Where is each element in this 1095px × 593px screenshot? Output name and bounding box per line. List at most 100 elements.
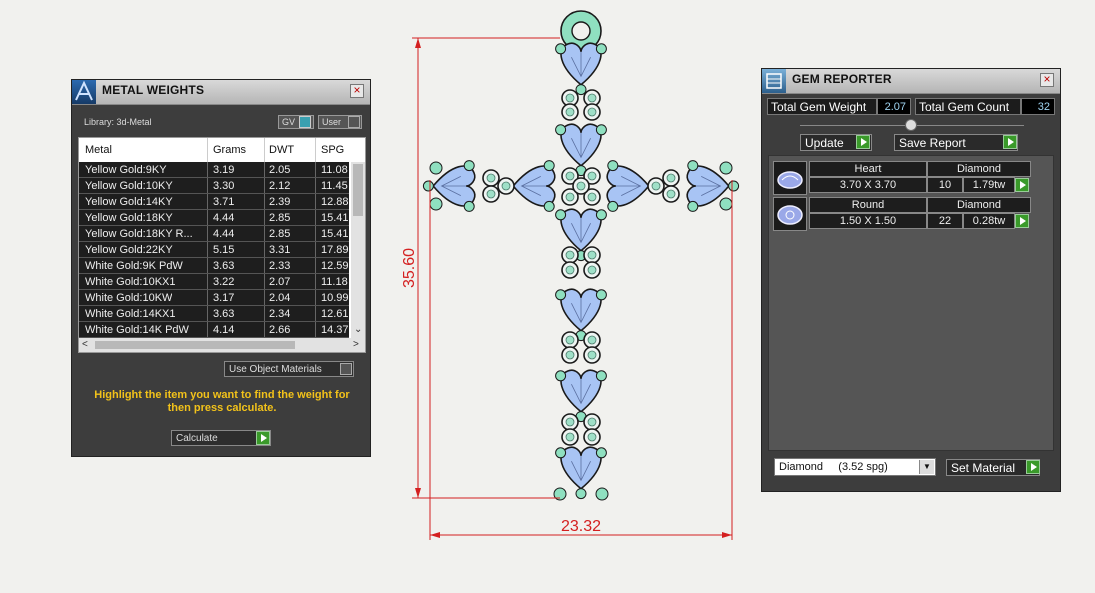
round-gem-table [565, 107, 575, 117]
dwt-value: 2.33 [269, 260, 291, 272]
round-gem-table [587, 417, 597, 427]
round-gem-table [565, 350, 575, 360]
gem-material: Diamond [927, 197, 1031, 213]
table-row[interactable]: White Gold:9K PdW 3.63 2.33 12.59 [79, 258, 349, 274]
table-row[interactable]: Yellow Gold:10KY 3.30 2.12 11.45 [79, 178, 349, 194]
metal-weights-panel: METAL WEIGHTS × Library: 3d-Metal GV Use… [71, 79, 371, 457]
scroll-right-icon[interactable]: > [353, 339, 359, 350]
gem-reporter-panel: GEM REPORTER × Total Gem Weight 2.07 Tot… [761, 68, 1061, 492]
total-gem-weight-label: Total Gem Weight [767, 98, 877, 115]
material-select[interactable]: Diamond (3.52 spg) ▼ [774, 458, 936, 476]
dwt-value: 2.85 [269, 228, 291, 240]
save-report-button[interactable]: Save Report [894, 134, 1018, 151]
spg-value: 11.45 [321, 180, 348, 192]
vertical-scrollbar[interactable]: ⌄ [351, 162, 365, 338]
set-material-play-icon[interactable] [1026, 460, 1040, 474]
update-play-icon[interactable] [856, 135, 870, 149]
round-gem-table [486, 173, 496, 183]
round-gem-table [587, 192, 597, 202]
gem-shape: Round [809, 197, 927, 213]
chevron-down-icon[interactable]: ▼ [919, 460, 934, 474]
round-gem-icon [773, 197, 807, 231]
round-gem-table [587, 250, 597, 260]
use-object-materials-checkbox[interactable] [340, 363, 352, 375]
round-gem-table [486, 189, 496, 199]
col-metal[interactable]: Metal [85, 144, 112, 156]
scroll-down-icon[interactable]: ⌄ [354, 324, 362, 335]
round-gem-table [587, 93, 597, 103]
heart-gem-icon [773, 161, 807, 195]
gem-select-play-icon[interactable] [1015, 178, 1029, 192]
vertical-scroll-thumb[interactable] [353, 164, 363, 216]
prong [555, 447, 567, 459]
grams-value: 3.63 [213, 260, 235, 272]
gem-select-play-icon[interactable] [1015, 214, 1029, 228]
table-row[interactable]: White Gold:10KW 3.17 2.04 10.99 [79, 290, 349, 306]
round-gem-table [587, 265, 597, 275]
scroll-left-icon[interactable]: < [82, 339, 88, 350]
metal-table-header: Metal Grams DWT SPG [79, 138, 349, 163]
metal-name: White Gold:10KX1 [85, 276, 176, 288]
table-row[interactable]: Yellow Gold:18KY R... 4.44 2.85 15.41 [79, 226, 349, 242]
calculate-play-icon[interactable] [256, 431, 270, 445]
save-report-play-icon[interactable] [1003, 135, 1017, 149]
prong [595, 209, 607, 221]
grams-value: 3.22 [213, 276, 235, 288]
gem-weight: 1.79tw [963, 177, 1015, 193]
table-row[interactable]: Yellow Gold:9KY 3.19 2.05 11.08 [79, 162, 349, 178]
col-grams[interactable]: Grams [213, 144, 246, 156]
library-label: Library: 3d-Metal [84, 117, 152, 127]
prong [595, 43, 607, 55]
metal-name: White Gold:14K PdW [85, 324, 189, 336]
height-arrow-bottom [415, 488, 421, 498]
prong [607, 200, 619, 212]
slider-knob[interactable] [905, 119, 917, 131]
bail-hole [571, 21, 591, 41]
gem-list: Heart Diamond 3.70 X 3.70 10 1.79tw Roun… [768, 155, 1054, 451]
col-dwt[interactable]: DWT [269, 144, 294, 156]
height-arrow-top [415, 38, 421, 48]
horizontal-scrollbar[interactable]: < > [79, 338, 365, 352]
metal-weights-logo-icon [72, 80, 96, 104]
prong [555, 124, 567, 136]
round-gem-table [587, 432, 597, 442]
gem-row-heart[interactable]: Heart Diamond 3.70 X 3.70 10 1.79tw [773, 161, 1031, 195]
dwt-value: 2.05 [269, 164, 291, 176]
prong [555, 289, 567, 301]
prong [543, 160, 555, 172]
close-icon[interactable]: × [350, 84, 364, 98]
table-row[interactable]: Yellow Gold:18KY 4.44 2.85 15.41 [79, 210, 349, 226]
round-gem-table [666, 189, 676, 199]
table-row[interactable]: Yellow Gold:22KY 5.15 3.31 17.89 [79, 242, 349, 258]
width-dimension-label: 23.32 [561, 518, 601, 535]
gem-reporter-logo-icon [762, 69, 786, 93]
gem-reporter-titlebar[interactable]: GEM REPORTER × [762, 69, 1060, 94]
horizontal-scroll-thumb[interactable] [95, 341, 295, 349]
gem-shape: Heart [809, 161, 927, 177]
gv-toggle-icon[interactable] [299, 116, 311, 128]
grams-value: 4.44 [213, 228, 235, 240]
prong [607, 160, 619, 172]
metal-weights-titlebar[interactable]: METAL WEIGHTS × [72, 80, 370, 105]
close-icon[interactable]: × [1040, 73, 1054, 87]
prong [595, 124, 607, 136]
prong [575, 84, 587, 96]
gem-row-round[interactable]: Round Diamond 1.50 X 1.50 22 0.28tw [773, 197, 1031, 231]
user-toggle-icon[interactable] [348, 116, 360, 128]
spg-value: 15.41 [321, 212, 349, 224]
prong [555, 370, 567, 382]
prong [555, 43, 567, 55]
gem-weight: 0.28tw [963, 213, 1015, 229]
table-row[interactable]: White Gold:10KX1 3.22 2.07 11.18 [79, 274, 349, 290]
table-row[interactable]: White Gold:14K PdW 4.14 2.66 14.37 [79, 322, 349, 338]
col-spg[interactable]: SPG [321, 144, 344, 156]
round-gem-table [587, 107, 597, 117]
accent-bead [429, 161, 443, 175]
table-row[interactable]: White Gold:14KX1 3.63 2.34 12.61 [79, 306, 349, 322]
prong [595, 447, 607, 459]
prong [595, 370, 607, 382]
table-row[interactable]: Yellow Gold:14KY 3.71 2.39 12.88 [79, 194, 349, 210]
round-gem-table [565, 93, 575, 103]
prong [463, 200, 475, 212]
width-arrow-right [722, 532, 732, 538]
